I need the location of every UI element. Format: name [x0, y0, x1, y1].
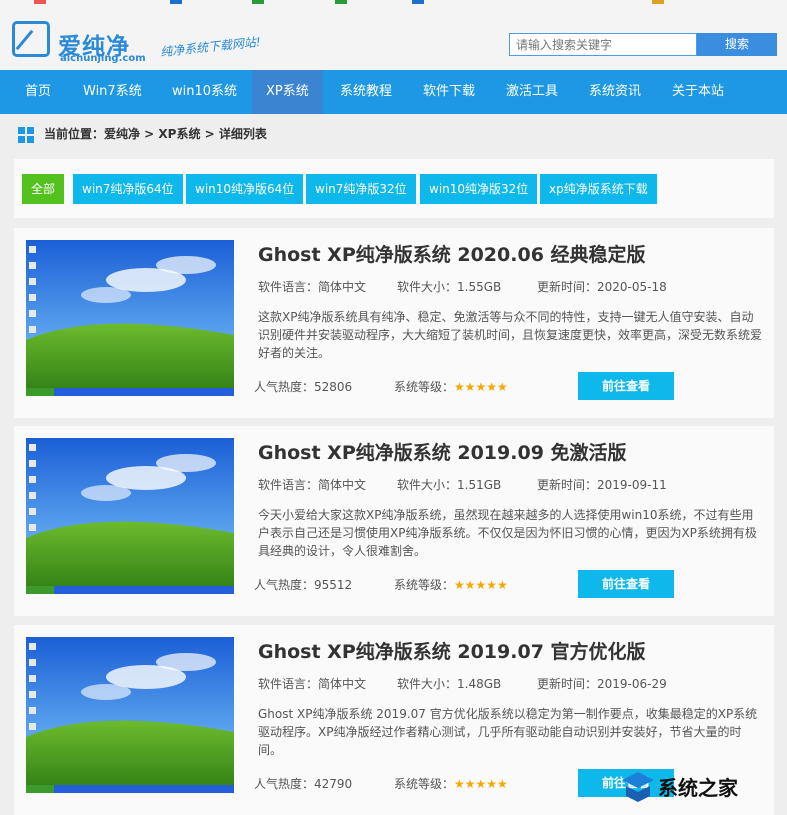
item-description: 今天小爱给大家这款XP纯净版系统，虽然现在越来越多的人选择使用win10系统，不… [258, 508, 757, 558]
star-rating-icon: ★★★★★ [454, 380, 508, 394]
nav-item-news[interactable]: 系统资讯 [576, 70, 654, 114]
list-item: Ghost XP纯净版系统 2020.06 经典稳定版 软件语言：简体中文 软件… [14, 228, 774, 418]
item-language: 软件语言：简体中文 [258, 478, 367, 492]
nav-item-activation[interactable]: 激活工具 [493, 70, 571, 114]
watermark-logo-icon [622, 772, 654, 802]
item-popularity: 人气热度：95512 [254, 578, 353, 592]
item-grade-label: 系统等级： [394, 777, 455, 791]
item-updated: 更新时间：2019-06-29 [537, 677, 667, 691]
item-updated: 更新时间：2020-05-18 [537, 280, 667, 294]
breadcrumb: 当前位置：爱纯净 > XP系统 > 详细列表 [18, 124, 267, 144]
item-language: 软件语言：简体中文 [258, 677, 367, 691]
search-input[interactable] [509, 33, 697, 56]
xp-screenshot-thumbnail[interactable] [26, 637, 234, 793]
item-size: 软件大小：1.51GB [397, 478, 502, 492]
top-strip [0, 0, 787, 8]
filter-tag-win7-32[interactable]: win7纯净版32位 [306, 174, 416, 204]
main-nav: 首页 Win7系统 win10系统 XP系统 系统教程 软件下载 激活工具 系统… [0, 70, 787, 114]
item-grade-label: 系统等级： [394, 380, 455, 394]
item-grade: 系统等级：★★★★★ [394, 378, 508, 395]
xp-screenshot-thumbnail[interactable] [26, 240, 234, 396]
view-button[interactable]: 前往查看 [578, 570, 674, 598]
filter-tag-xp[interactable]: xp纯净版系统下载 [540, 174, 657, 204]
watermark: 系统之家 [618, 762, 787, 812]
windows-icon [18, 127, 34, 143]
filter-tag-all[interactable]: 全部 [22, 174, 65, 204]
item-description: Ghost XP纯净版系统 2019.07 官方优化版系统以稳定为第一制作要点，… [258, 707, 758, 757]
filter-tag-win7-64[interactable]: win7纯净版64位 [73, 174, 183, 204]
filter-tag-win10-64[interactable]: win10纯净版64位 [186, 174, 304, 204]
filter-bar: 全部 win7纯净版64位 win10纯净版64位 win7纯净版32位 win… [14, 159, 774, 218]
view-button[interactable]: 前往查看 [578, 372, 674, 400]
search-button[interactable]: 搜索 [697, 33, 777, 56]
item-popularity: 人气热度：52806 [254, 380, 353, 394]
watermark-text: 系统之家 [658, 776, 738, 800]
filter-tag-win10-32[interactable]: win10纯净版32位 [420, 174, 538, 204]
item-title[interactable]: Ghost XP纯净版系统 2020.06 经典稳定版 [258, 240, 646, 267]
xp-screenshot-thumbnail[interactable] [26, 438, 234, 594]
breadcrumb-text[interactable]: 当前位置：爱纯净 > XP系统 > 详细列表 [44, 127, 267, 141]
item-updated: 更新时间：2019-09-11 [537, 478, 667, 492]
item-popularity: 人气热度：42790 [254, 777, 353, 791]
nav-item-about[interactable]: 关于本站 [659, 70, 737, 114]
item-grade: 系统等级：★★★★★ [394, 775, 508, 792]
site-logo-icon[interactable] [12, 21, 50, 57]
nav-item-home[interactable]: 首页 [12, 70, 64, 114]
star-rating-icon: ★★★★★ [454, 777, 508, 791]
item-description: 这款XP纯净版系统具有纯净、稳定、免激活等与众不同的特性，支持一键无人值守安装、… [258, 310, 763, 360]
site-logo-domain[interactable]: aichunjing.com [60, 53, 146, 64]
item-title[interactable]: Ghost XP纯净版系统 2019.09 免激活版 [258, 438, 627, 465]
nav-item-tutorial[interactable]: 系统教程 [327, 70, 405, 114]
list-item: Ghost XP纯净版系统 2019.09 免激活版 软件语言：简体中文 软件大… [14, 426, 774, 616]
nav-item-win10[interactable]: win10系统 [159, 70, 250, 114]
nav-item-software[interactable]: 软件下载 [410, 70, 488, 114]
star-rating-icon: ★★★★★ [454, 578, 508, 592]
item-grade-label: 系统等级： [394, 578, 455, 592]
item-language: 软件语言：简体中文 [258, 280, 367, 294]
item-title[interactable]: Ghost XP纯净版系统 2019.07 官方优化版 [258, 637, 646, 664]
item-size: 软件大小：1.48GB [397, 677, 502, 691]
nav-item-win7[interactable]: Win7系统 [70, 70, 155, 114]
nav-item-xp[interactable]: XP系统 [252, 70, 323, 114]
item-grade: 系统等级：★★★★★ [394, 576, 508, 593]
item-size: 软件大小：1.55GB [397, 280, 502, 294]
